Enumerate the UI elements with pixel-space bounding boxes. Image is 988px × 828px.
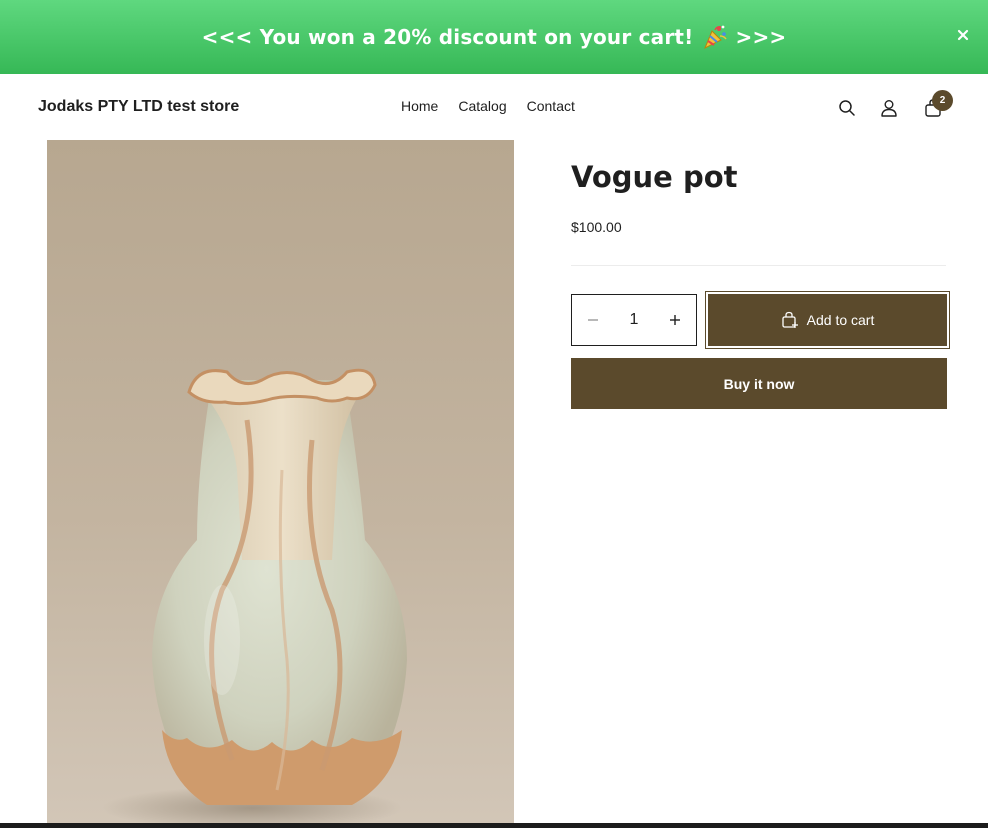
nav-item-contact[interactable]: Contact: [527, 98, 575, 114]
plus-icon: [670, 315, 680, 325]
nav-item-home[interactable]: Home: [401, 98, 438, 114]
product-image[interactable]: [47, 140, 514, 823]
nav-item-catalog[interactable]: Catalog: [458, 98, 506, 114]
search-icon[interactable]: [837, 98, 857, 118]
buy-it-now-button[interactable]: Buy it now: [571, 358, 947, 409]
product-title: Vogue pot: [571, 160, 738, 194]
quantity-decrease-button[interactable]: [584, 311, 602, 329]
vase-image: [102, 368, 407, 823]
close-icon[interactable]: [956, 28, 970, 42]
cart-add-icon: [781, 311, 798, 328]
divider: [571, 265, 946, 266]
minus-icon: [588, 319, 598, 321]
buy-it-now-label: Buy it now: [723, 375, 795, 392]
store-name[interactable]: Jodaks PTY LTD test store: [38, 98, 239, 116]
add-to-cart-button[interactable]: Add to cart: [705, 291, 950, 349]
add-to-cart-label: Add to cart: [806, 312, 875, 328]
bottom-bar: [0, 823, 988, 828]
announcement-text-after: >>>: [735, 25, 787, 49]
cart-count-badge: 2: [932, 90, 953, 111]
site-header: Jodaks PTY LTD test store Home Catalog C…: [0, 74, 988, 140]
quantity-stepper: [571, 294, 697, 346]
quantity-input[interactable]: [614, 311, 654, 329]
announcement-text-before: <<< You won a 20% discount on your cart!: [201, 25, 694, 49]
party-popper-icon: [703, 25, 727, 50]
announcement-banner: <<< You won a 20% discount on your cart!…: [0, 0, 988, 74]
account-icon[interactable]: [879, 98, 899, 118]
quantity-increase-button[interactable]: [666, 311, 684, 329]
add-to-cart-fill: Add to cart: [708, 294, 947, 346]
product-price: $100.00: [571, 219, 622, 235]
main-nav: Home Catalog Contact: [401, 98, 575, 114]
announcement-text: <<< You won a 20% discount on your cart!…: [202, 24, 787, 50]
